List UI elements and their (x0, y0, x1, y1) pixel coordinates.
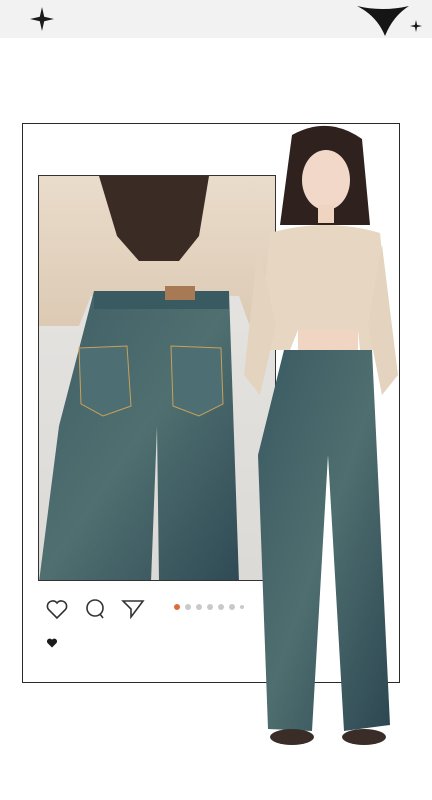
carousel-dot[interactable] (207, 604, 213, 610)
front-view-illustration (244, 125, 398, 745)
sparkle-icon (30, 7, 54, 31)
heart-outline-icon[interactable] (45, 597, 69, 621)
likes-row (46, 636, 58, 654)
comment-icon[interactable] (83, 597, 107, 621)
carousel-dot[interactable] (229, 604, 235, 610)
carousel-indicator[interactable] (174, 604, 249, 610)
heart-filled-icon (46, 638, 58, 648)
carousel-dot[interactable] (240, 605, 244, 609)
carousel-dot[interactable] (196, 604, 202, 610)
sparkle-icon (410, 20, 422, 32)
send-icon[interactable] (121, 597, 145, 621)
product-model-front[interactable] (240, 125, 400, 755)
carousel-dot[interactable] (174, 604, 180, 610)
carousel-dot[interactable] (185, 604, 191, 610)
carousel-dot[interactable] (218, 604, 224, 610)
sparkle-icon (357, 6, 409, 36)
